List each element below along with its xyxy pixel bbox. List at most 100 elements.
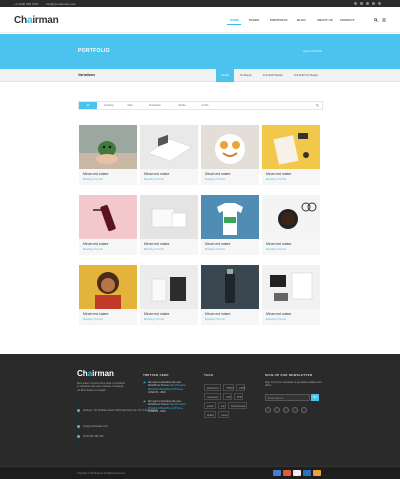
twitter-feed-heading: TWITTER FEED [143, 373, 169, 377]
filter-media[interactable]: Media [171, 102, 193, 109]
facebook-icon[interactable] [265, 407, 271, 413]
portfolio-item-category[interactable]: Branding / Print Art [83, 248, 103, 251]
phone-icon [77, 435, 80, 438]
portfolio-item-category[interactable]: Branding / Print Art [205, 178, 225, 181]
portfolio-item[interactable]: Mirum est notare Branding / Print Art [140, 125, 198, 185]
portfolio-item-title[interactable]: Mirum est notare [83, 242, 108, 246]
portfolio-item-title[interactable]: Mirum est notare [266, 312, 291, 316]
portfolio-item[interactable]: Mirum est notare Branding / Print Art [262, 265, 320, 325]
portfolio-item-title[interactable]: Mirum est notare [83, 172, 108, 176]
filter-all[interactable]: All [79, 102, 97, 109]
search-icon[interactable] [374, 18, 378, 22]
tab-full-width-no-margin[interactable]: Full Width No Margin [289, 69, 323, 82]
portfolio-item-category[interactable]: Branding / Print Art [205, 248, 225, 251]
nav-contact[interactable]: CONTACT [340, 18, 354, 22]
google-plus-icon[interactable] [283, 407, 289, 413]
portfolio-item[interactable]: Mirum est notare Branding / Print Art [79, 125, 137, 185]
site-logo[interactable]: Chairman [14, 15, 59, 26]
tag[interactable]: CSS3 [236, 384, 245, 391]
portrait-photo [79, 265, 137, 309]
footer-about: Duis autem vel eum iriure dolor in hendr… [77, 382, 125, 392]
camera-desk-photo [262, 265, 320, 309]
copyright-text: Copyright © BootExperts All Rights Reser… [77, 472, 125, 475]
breadcrumb[interactable]: Home / Portfolio [303, 50, 322, 53]
facebook-icon[interactable] [354, 1, 357, 5]
portfolio-item-title[interactable]: Mirum est notare [266, 172, 291, 176]
tag[interactable]: Green [218, 411, 229, 418]
tag[interactable]: Mobile [204, 411, 216, 418]
filter-crafts[interactable]: Crafts [194, 102, 216, 109]
tab-no-margin[interactable]: No Margin [235, 69, 257, 82]
portfolio-item-title[interactable]: Mirum est notare [144, 312, 169, 316]
tag[interactable]: responsive [204, 393, 221, 400]
nav-portfolio[interactable]: PORTFOLIO [270, 18, 288, 22]
discover-icon [313, 470, 321, 476]
portfolio-item-title[interactable]: Mirum est notare [205, 242, 230, 246]
tag[interactable]: Retina Ready [228, 402, 247, 409]
linkedin-icon[interactable] [378, 1, 381, 5]
portfolio-item-category[interactable]: Branding / Print Art [205, 318, 225, 321]
portfolio-item-category[interactable]: Branding / Print Art [83, 178, 103, 181]
tag[interactable]: site [218, 402, 226, 409]
portfolio-item-category[interactable]: Branding / Print Art [144, 318, 164, 321]
dribbble-icon[interactable] [301, 407, 307, 413]
portfolio-item[interactable]: Mirum est notare Branding / Print Art [201, 125, 259, 185]
portfolio-item[interactable]: Mirum est notare Branding / Print Art [79, 265, 137, 325]
tag[interactable]: HTML5 [223, 384, 234, 391]
tab-simple[interactable]: Simple [216, 69, 234, 82]
nav-about[interactable]: ABOUT US [317, 18, 333, 22]
stationery-photo [262, 125, 320, 169]
linkedin-icon[interactable] [292, 407, 298, 413]
portfolio-item[interactable]: Mirum est notare Branding / Print Art [140, 265, 198, 325]
tag[interactable]: Wordpress [204, 384, 221, 391]
google-plus-icon[interactable] [366, 1, 369, 5]
portfolio-item[interactable]: Mirum est notare Branding / Print Art [140, 195, 198, 255]
tshirt-photo [201, 195, 259, 239]
twitter-icon[interactable] [274, 407, 280, 413]
tag[interactable]: PHP [234, 393, 243, 400]
page-banner: PORTFOLIO Home / Portfolio [0, 34, 400, 69]
nav-blog[interactable]: BLOG [297, 18, 306, 22]
newsletter-submit-button[interactable]: GO [311, 394, 319, 401]
menu-icon[interactable] [382, 18, 386, 22]
shopping-bags-photo [140, 265, 198, 309]
portfolio-item[interactable]: Mirum est notare Branding / Print Art [262, 195, 320, 255]
portfolio-item[interactable]: Mirum est notare Branding / Print Art [262, 125, 320, 185]
site-header: Chairman HOME PAGES PORTFOLIO BLOG ABOUT… [0, 7, 400, 33]
portfolio-item-title[interactable]: Mirum est notare [83, 312, 108, 316]
portfolio-item[interactable]: Mirum est notare Branding / Print Art [201, 265, 259, 325]
portfolio-item-category[interactable]: Branding / Print Art [144, 248, 164, 251]
filter-desktop[interactable]: Desktop [98, 102, 120, 109]
variations-label: Variations [78, 73, 96, 77]
portfolio-item-category[interactable]: Branding / Print Art [83, 318, 103, 321]
portfolio-item-category[interactable]: Branding / Print Art [144, 178, 164, 181]
nav-pages[interactable]: PAGES [249, 18, 259, 22]
portfolio-item-category[interactable]: Branding / Print Art [266, 318, 286, 321]
portfolio-item-title[interactable]: Mirum est notare [266, 242, 291, 246]
portfolio-filters: All Desktop Web Illustration Media Craft… [78, 101, 323, 110]
tag[interactable]: jordan [204, 402, 216, 409]
portfolio-item[interactable]: Mirum est notare Branding / Print Art [79, 195, 137, 255]
visa-icon [293, 470, 301, 476]
portfolio-item-category[interactable]: Branding / Print Art [266, 248, 286, 251]
nav-home[interactable]: HOME [230, 18, 239, 22]
portfolio-item-title[interactable]: Mirum est notare [144, 172, 169, 176]
portfolio-item-title[interactable]: Mirum est notare [205, 312, 230, 316]
portfolio-item-title[interactable]: Mirum est notare [144, 242, 169, 246]
dribbble-icon[interactable] [372, 1, 375, 5]
footer-logo[interactable]: Chairman [77, 369, 114, 378]
twitter-icon[interactable] [360, 1, 363, 5]
portfolio-item[interactable]: Mirum est notare Branding / Print Art [201, 195, 259, 255]
newsletter-description: Sign up for our newsletter to get latest… [265, 381, 322, 388]
filter-illustration[interactable]: Illustration [140, 102, 170, 109]
tag[interactable]: CSS [223, 393, 232, 400]
variations-bar: Variations Simple No Margin Full Width M… [0, 69, 400, 82]
tab-full-width-margin[interactable]: Full Width Margin [258, 69, 288, 82]
filter-web[interactable]: Web [121, 102, 139, 109]
email-link[interactable]: info@yourdomain.com [46, 2, 76, 6]
breakfast-photo [201, 125, 259, 169]
newsletter-email-input[interactable]: Email address [265, 394, 310, 401]
portfolio-item-category[interactable]: Branding / Print Art [266, 178, 286, 181]
filter-search-icon[interactable] [316, 104, 319, 107]
portfolio-item-title[interactable]: Mirum est notare [205, 172, 230, 176]
